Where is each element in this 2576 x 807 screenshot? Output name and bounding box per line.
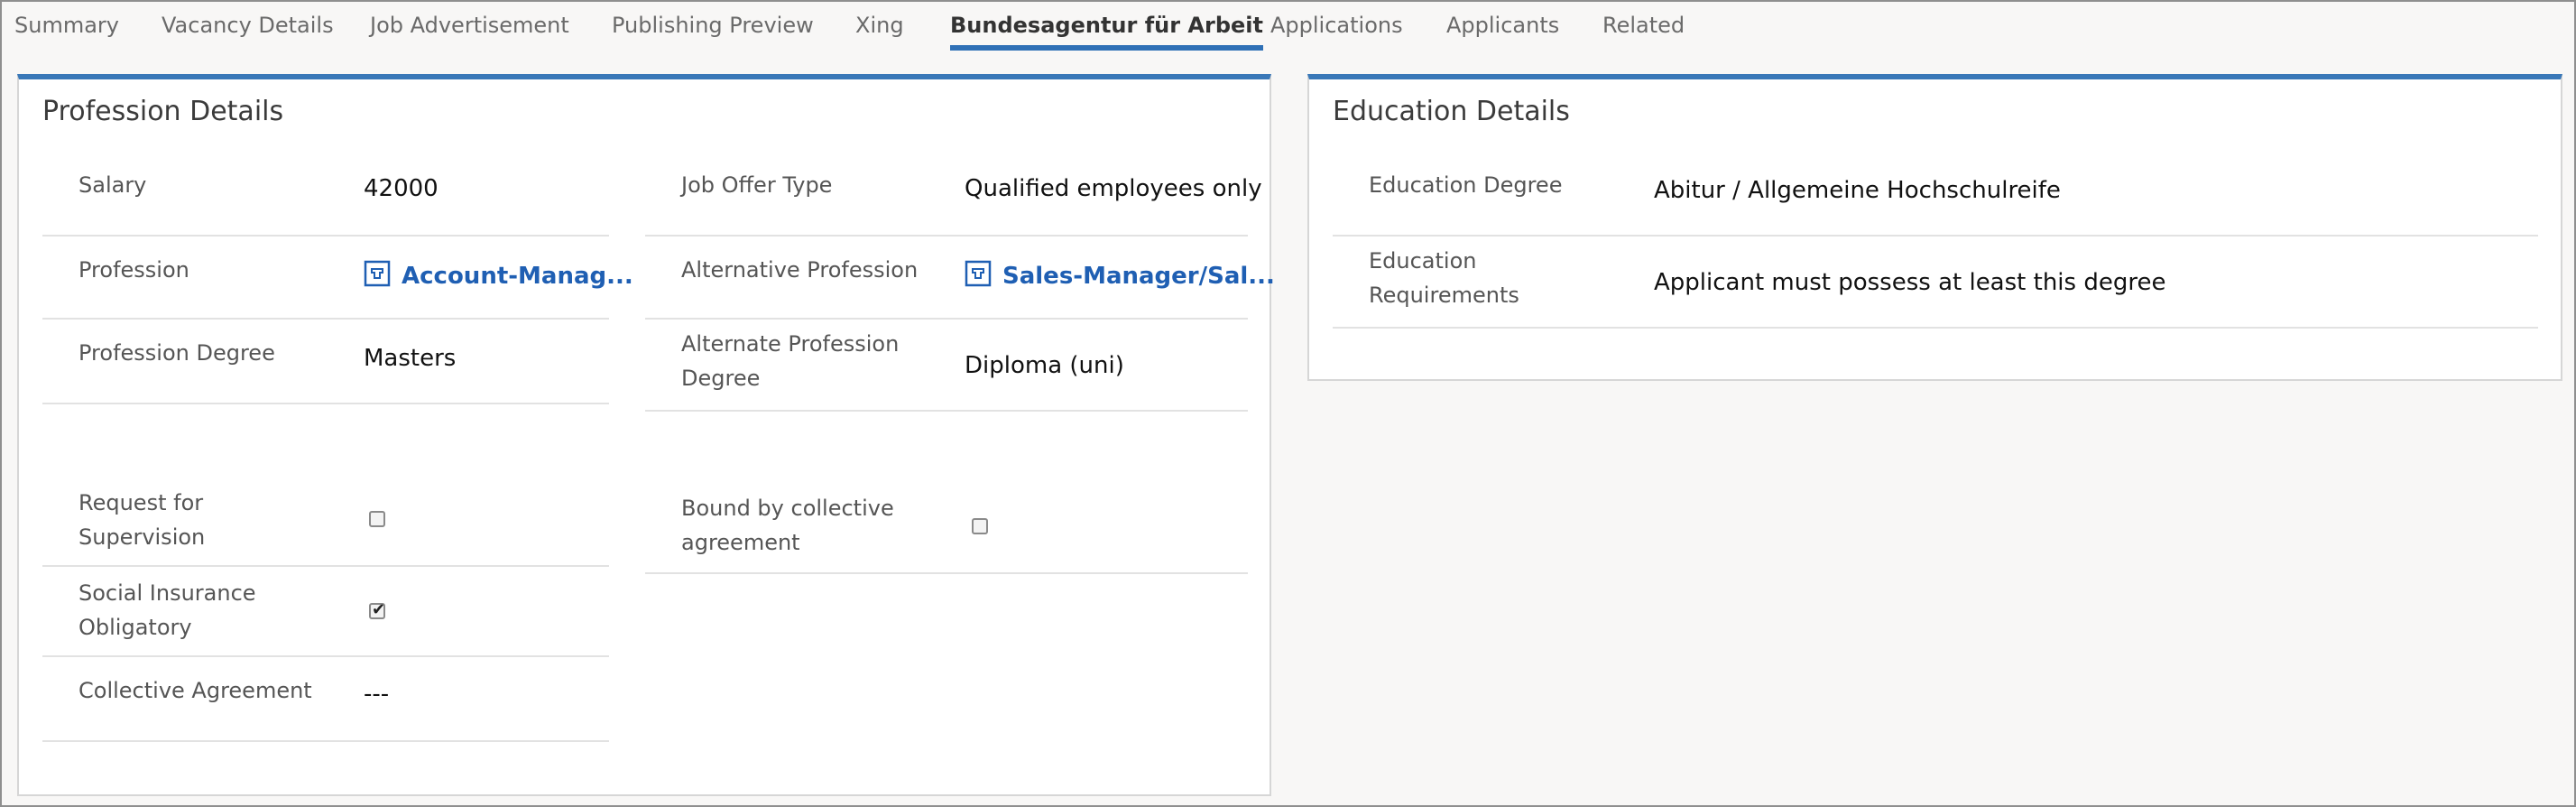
profession-degree-row: Profession Degree Masters bbox=[42, 320, 609, 404]
tab-vacancy-details[interactable]: Vacancy Details bbox=[162, 2, 334, 52]
entity-icon bbox=[364, 260, 391, 293]
profession-value: Account-Manag... bbox=[402, 263, 633, 290]
alternative-profession-row: Alternative Profession Sales-Manager/Sal… bbox=[645, 237, 1275, 320]
bound-collective-checkbox[interactable] bbox=[972, 518, 988, 534]
tab-job-advertisement[interactable]: Job Advertisement bbox=[370, 2, 569, 52]
social-insurance-row: Social Insurance Obligatory ✔ bbox=[42, 567, 609, 657]
alternate-profession-degree-row: Alternate Profession Degree Diploma (uni… bbox=[645, 320, 1248, 412]
tab-bar: Summary Vacancy Details Job Advertisemen… bbox=[2, 2, 2574, 58]
profession-row: Profession Account-Manag... bbox=[42, 237, 633, 320]
education-degree-value[interactable]: Abitur / Allgemeine Hochschulreife bbox=[1654, 177, 2061, 204]
tab-applications[interactable]: Applications bbox=[1270, 2, 1403, 52]
salary-row: Salary 42000 bbox=[42, 152, 609, 237]
profession-label: Profession bbox=[78, 257, 189, 283]
education-requirements-label-line1: Education bbox=[1369, 248, 1477, 274]
profession-details-panel: Profession Details Salary 42000 Professi… bbox=[17, 74, 1275, 796]
job-offer-type-label: Job Offer Type bbox=[681, 172, 833, 198]
education-requirements-value[interactable]: Applicant must possess at least this deg… bbox=[1654, 269, 2165, 296]
education-requirements-row: Education Requirements Applicant must po… bbox=[1333, 237, 2538, 329]
job-offer-type-value[interactable]: Qualified employees only bbox=[965, 175, 1262, 202]
collective-agreement-row: Collective Agreement --- bbox=[42, 657, 609, 742]
checkmark-icon: ✔ bbox=[372, 600, 386, 619]
alternative-profession-label: Alternative Profession bbox=[681, 257, 919, 283]
entity-icon bbox=[965, 260, 992, 293]
tab-bundesagentur-fuer-arbeit[interactable]: Bundesagentur für Arbeit bbox=[950, 2, 1263, 52]
request-supervision-label-line1: Request for bbox=[78, 490, 204, 515]
bound-collective-row: Bound by collective agreement bbox=[645, 482, 1248, 574]
alternate-profession-degree-label-line2: Degree bbox=[681, 366, 761, 391]
request-supervision-checkbox[interactable] bbox=[369, 511, 385, 527]
alternate-profession-degree-label-line1: Alternate Profession bbox=[681, 331, 900, 357]
alternative-profession-value: Sales-Manager/Sal... bbox=[1002, 263, 1275, 290]
education-details-title: Education Details bbox=[1333, 96, 1570, 127]
tab-xing[interactable]: Xing bbox=[855, 2, 904, 52]
tab-summary[interactable]: Summary bbox=[14, 2, 119, 52]
education-requirements-label-line2: Requirements bbox=[1369, 283, 1519, 308]
education-degree-label: Education Degree bbox=[1369, 172, 1563, 198]
salary-value[interactable]: 42000 bbox=[364, 175, 439, 202]
education-details-panel: Education Details Education Degree Abitu… bbox=[1307, 74, 2562, 381]
salary-label: Salary bbox=[78, 172, 147, 198]
request-supervision-row: Request for Supervision bbox=[42, 477, 609, 567]
social-insurance-label-line1: Social Insurance bbox=[78, 580, 256, 606]
education-degree-row: Education Degree Abitur / Allgemeine Hoc… bbox=[1333, 152, 2538, 237]
job-offer-type-row: Job Offer Type Qualified employees only bbox=[645, 152, 1262, 237]
bound-collective-label-line1: Bound by collective bbox=[681, 496, 894, 521]
profession-link[interactable]: Account-Manag... bbox=[364, 260, 633, 293]
alternate-profession-degree-value[interactable]: Diploma (uni) bbox=[965, 352, 1124, 379]
bound-collective-label-line2: agreement bbox=[681, 530, 800, 555]
collective-agreement-label: Collective Agreement bbox=[78, 678, 312, 703]
tab-related[interactable]: Related bbox=[1602, 2, 1685, 52]
request-supervision-label-line2: Supervision bbox=[78, 524, 206, 550]
tab-publishing-preview[interactable]: Publishing Preview bbox=[612, 2, 814, 52]
social-insurance-label-line2: Obligatory bbox=[78, 615, 192, 640]
social-insurance-checkbox[interactable]: ✔ bbox=[369, 600, 386, 619]
profession-degree-label: Profession Degree bbox=[78, 340, 275, 366]
collective-agreement-value[interactable]: --- bbox=[364, 681, 389, 708]
profession-degree-value[interactable]: Masters bbox=[364, 345, 456, 372]
alternative-profession-link[interactable]: Sales-Manager/Sal... bbox=[965, 260, 1275, 293]
tab-applicants[interactable]: Applicants bbox=[1446, 2, 1559, 52]
profession-details-title: Profession Details bbox=[42, 96, 284, 127]
